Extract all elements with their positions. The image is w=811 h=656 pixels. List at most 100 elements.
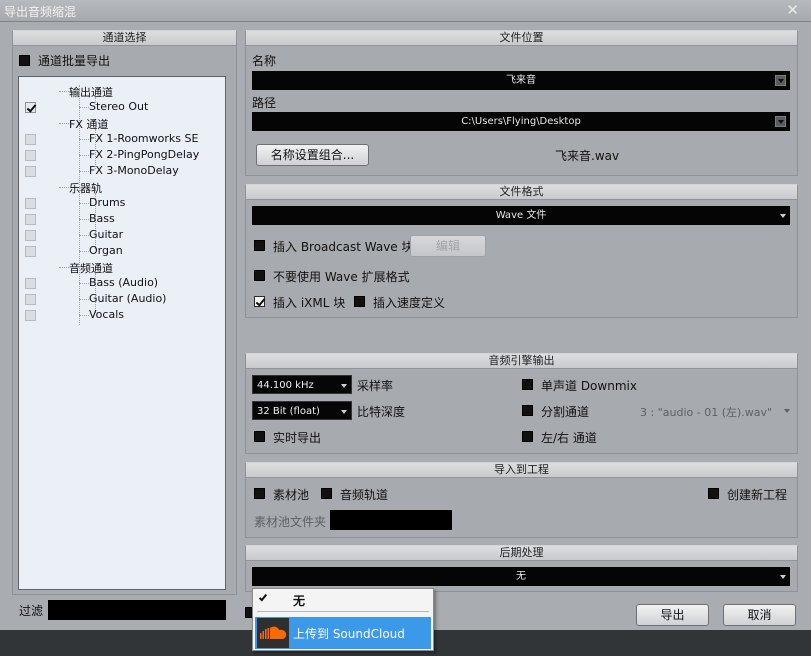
audio-track-label: 音频轨道 <box>340 488 389 502</box>
realtime-export-checkbox[interactable] <box>254 431 265 442</box>
left-right-channels-checkbox[interactable] <box>522 431 533 442</box>
path-field[interactable]: C:\Users\Flying\Desktop <box>252 112 790 131</box>
bit-depth-value: 32 Bit (float) <box>257 406 320 417</box>
post-process-header: 后期处理 <box>246 546 797 561</box>
channel-checkbox[interactable] <box>25 102 36 113</box>
tree-guide <box>59 267 69 268</box>
channel-checkbox[interactable] <box>25 134 36 145</box>
chevron-down-icon <box>780 575 786 579</box>
channel-checkbox[interactable] <box>25 214 36 225</box>
import-project-header: 导入到工程 <box>246 463 797 478</box>
channel-checkbox[interactable] <box>25 310 36 321</box>
split-channels-value: 3 : "audio - 01 (左).wav" <box>640 406 773 419</box>
insert-ixml-checkbox[interactable] <box>254 296 265 307</box>
channel-checkbox[interactable] <box>25 294 36 305</box>
tree-item-label: Vocals <box>89 308 124 321</box>
tree-guide <box>79 299 89 300</box>
tree-item[interactable]: Guitar (Audio) <box>19 291 225 307</box>
channel-selection-header: 通道选择 <box>13 31 236 46</box>
sample-rate-label: 采样率 <box>357 379 394 393</box>
split-channels-checkbox[interactable] <box>522 405 533 416</box>
tree-item-label: Guitar <box>89 228 124 241</box>
post-process-menu[interactable]: 无 上传到 SoundCloud <box>252 588 434 651</box>
menu-item-none[interactable]: 无 <box>255 589 431 611</box>
naming-scheme-button[interactable]: 名称设置组合... <box>256 144 369 166</box>
edit-button[interactable]: 编辑 <box>410 235 486 257</box>
pool-label: 素材池 <box>273 488 310 502</box>
tree-item[interactable]: Drums <box>19 195 225 211</box>
file-format-select[interactable]: Wave 文件 <box>252 206 790 225</box>
tree-item[interactable]: Bass <box>19 211 225 227</box>
tree-guide <box>79 315 89 316</box>
chevron-down-icon[interactable] <box>775 116 786 127</box>
channel-checkbox[interactable] <box>25 198 36 209</box>
mono-downmix-checkbox[interactable] <box>522 379 533 390</box>
tree-guide <box>79 155 89 156</box>
new-project-checkbox[interactable] <box>708 488 719 499</box>
tree-item-label: Drums <box>89 196 126 209</box>
no-wave-extensible-label: 不要使用 Wave 扩展格式 <box>273 270 410 284</box>
tree-item[interactable]: Organ <box>19 243 225 259</box>
insert-ixml-label: 插入 iXML 块 <box>273 296 346 310</box>
pool-folder-field[interactable] <box>330 510 452 530</box>
left-right-channels-label: 左/右 通道 <box>541 431 597 445</box>
bit-depth-select[interactable]: 32 Bit (float) <box>252 401 352 420</box>
filter-label: 过滤 <box>19 604 44 618</box>
cancel-button[interactable]: 取消 <box>723 604 796 626</box>
soundcloud-icon <box>257 618 289 648</box>
name-field[interactable]: 飞来音 <box>252 71 790 90</box>
file-format-header: 文件格式 <box>246 185 797 200</box>
name-label: 名称 <box>252 54 277 68</box>
tree-item[interactable]: Guitar <box>19 227 225 243</box>
path-label: 路径 <box>252 96 277 110</box>
chevron-down-icon[interactable] <box>775 75 786 86</box>
tree-group[interactable]: 输出通道 <box>19 83 225 99</box>
export-button[interactable]: 导出 <box>636 604 709 626</box>
mono-downmix-label: 单声道 Downmix <box>541 379 637 393</box>
tree-item-label: FX 3-MonoDelay <box>89 164 179 177</box>
tree-item[interactable]: FX 2-PingPongDelay <box>19 147 225 163</box>
insert-bwf-checkbox[interactable] <box>254 240 265 251</box>
tree-item-label: 乐器轨 <box>69 182 102 195</box>
tree-item[interactable]: FX 3-MonoDelay <box>19 163 225 179</box>
tree-group[interactable]: 音频通道 <box>19 259 225 275</box>
tree-item[interactable]: Vocals <box>19 307 225 323</box>
channel-checkbox[interactable] <box>25 246 36 257</box>
channel-checkbox[interactable] <box>25 230 36 241</box>
tree-item[interactable]: Stereo Out <box>19 99 225 115</box>
tree-item[interactable]: Bass (Audio) <box>19 275 225 291</box>
sample-rate-value: 44.100 kHz <box>257 380 314 391</box>
channel-checkbox[interactable] <box>25 278 36 289</box>
insert-tempo-checkbox[interactable] <box>354 296 365 307</box>
insert-tempo-label: 插入速度定义 <box>373 296 446 310</box>
close-icon[interactable]: ✕ <box>786 1 799 19</box>
audio-track-checkbox[interactable] <box>321 488 332 499</box>
chevron-down-icon <box>341 410 347 414</box>
chevron-down-icon <box>780 214 786 218</box>
menu-item-none-label: 无 <box>293 594 306 608</box>
channel-checkbox[interactable] <box>25 150 36 161</box>
split-channels-select[interactable]: 3 : "audio - 01 (左).wav" <box>636 401 792 420</box>
check-icon <box>258 592 268 602</box>
channel-tree[interactable]: 输出通道 Stereo Out FX 通道 FX 1-Roomworks SE FX 2… <box>18 76 226 590</box>
file-format-value: Wave 文件 <box>495 210 547 221</box>
tree-guide <box>79 171 89 172</box>
sample-rate-select[interactable]: 44.100 kHz <box>252 375 352 394</box>
tree-guide <box>79 107 89 108</box>
file-location-header: 文件位置 <box>246 31 797 46</box>
post-process-select[interactable]: 无 <box>252 567 790 586</box>
pool-checkbox[interactable] <box>254 488 265 499</box>
batch-export-label: 通道批量导出 <box>38 54 111 68</box>
batch-export-checkbox[interactable] <box>19 55 30 66</box>
engine-output-header: 音频引擎输出 <box>246 354 797 369</box>
filter-input[interactable] <box>48 600 226 620</box>
channel-checkbox[interactable] <box>25 166 36 177</box>
tree-item-label: FX 2-PingPongDelay <box>89 148 200 161</box>
tree-group[interactable]: 乐器轨 <box>19 179 225 195</box>
no-wave-extensible-checkbox[interactable] <box>254 270 265 281</box>
menu-item-soundcloud[interactable]: 上传到 SoundCloud <box>255 617 431 649</box>
tree-group[interactable]: FX 通道 <box>19 115 225 131</box>
tree-guide <box>59 187 69 188</box>
tree-guide <box>79 219 89 220</box>
tree-item[interactable]: FX 1-Roomworks SE <box>19 131 225 147</box>
